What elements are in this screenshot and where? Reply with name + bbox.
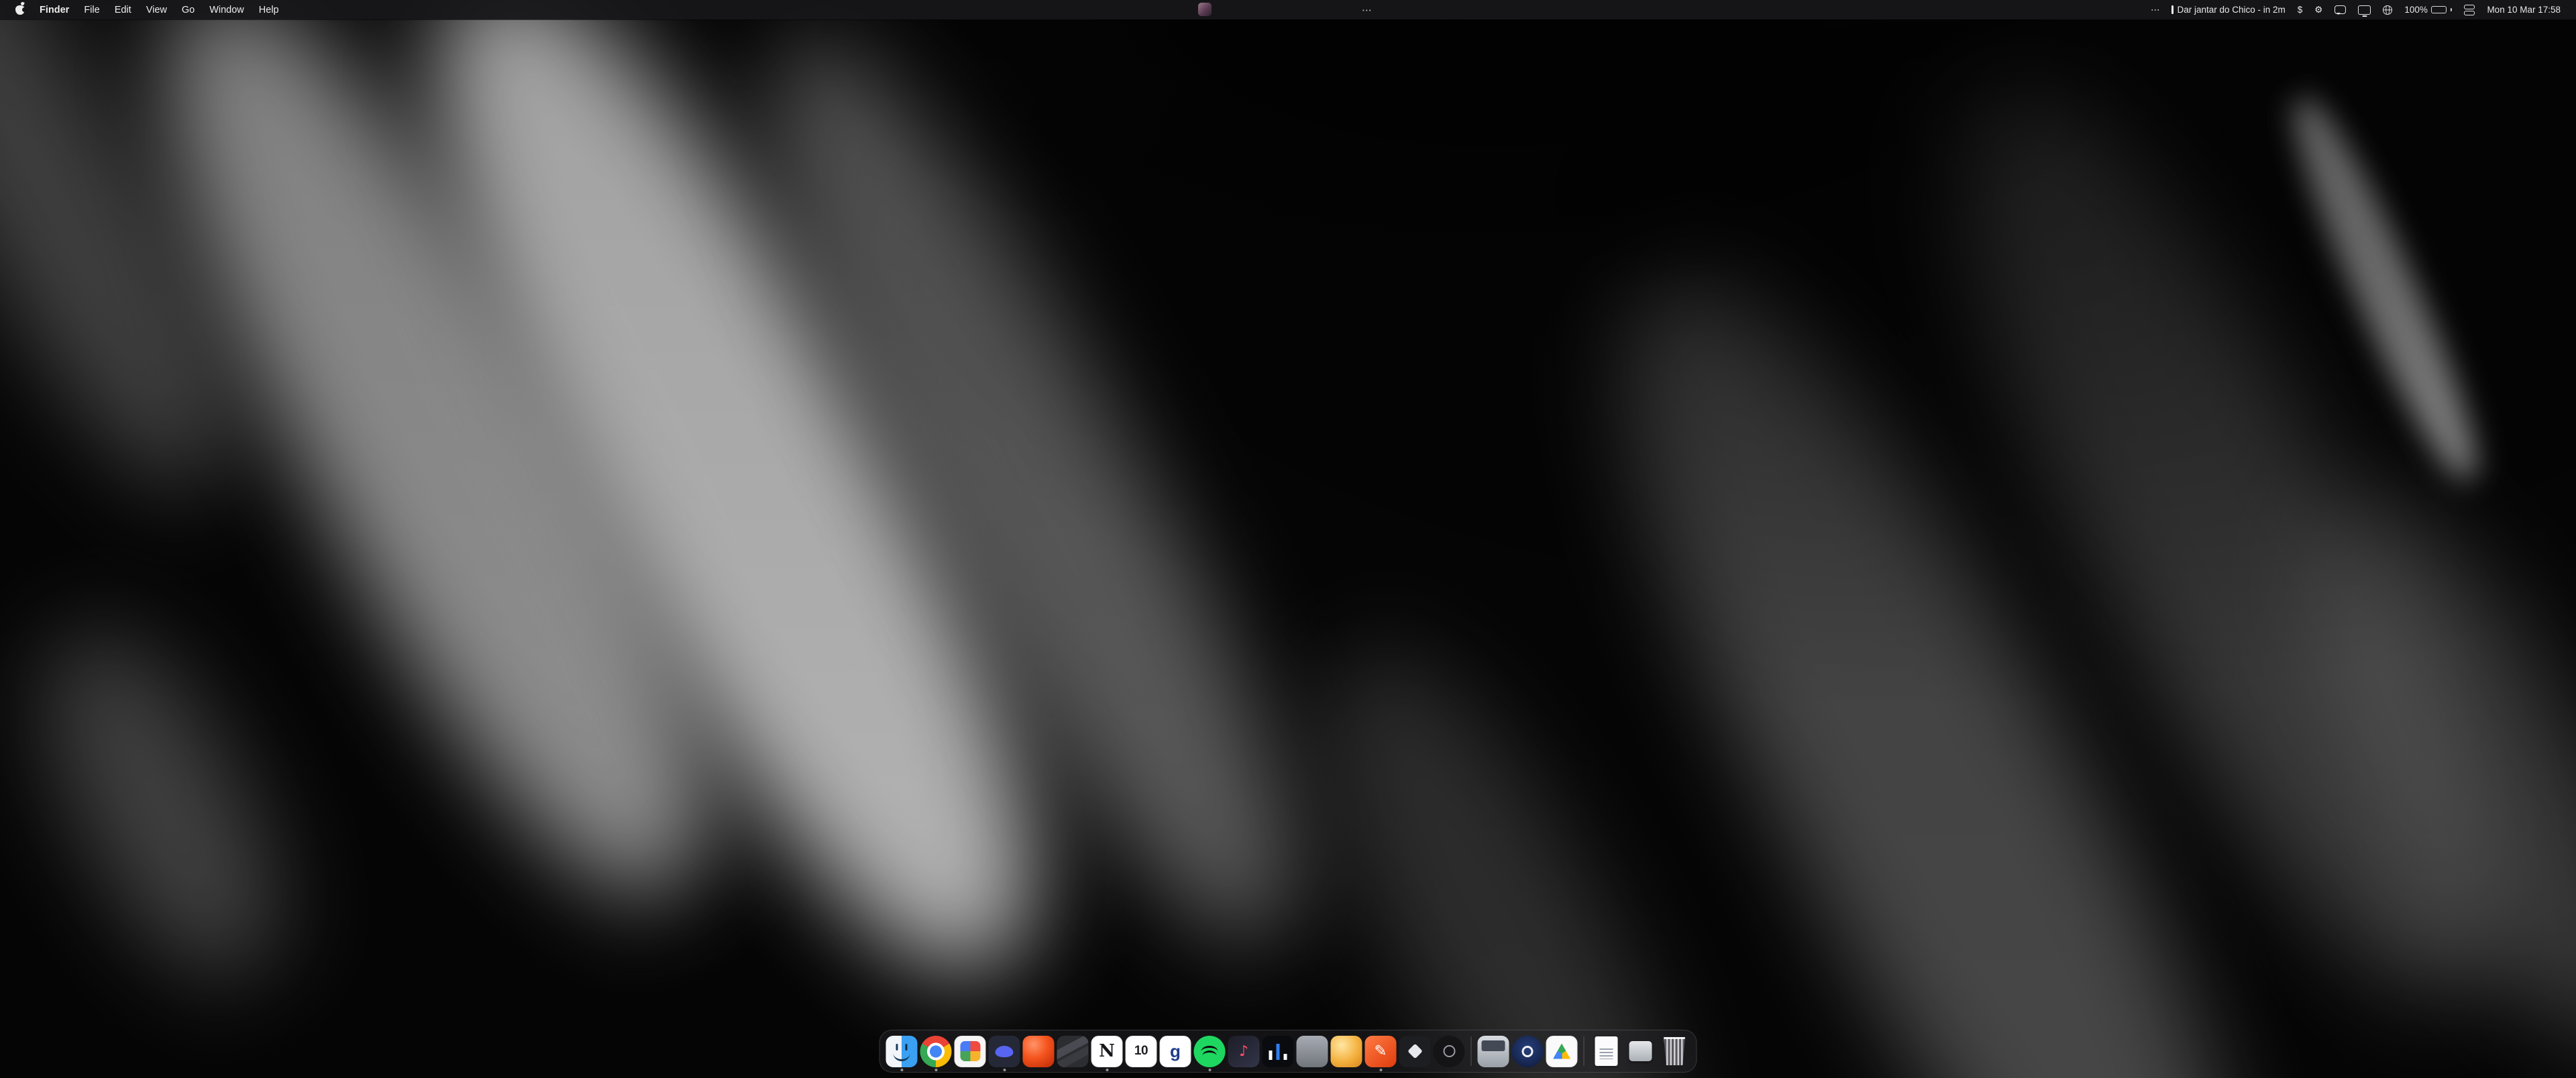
dock-dark-ring-app[interactable] bbox=[1434, 1036, 1465, 1067]
dock-red-app[interactable] bbox=[1023, 1036, 1055, 1067]
apple-menu[interactable] bbox=[8, 0, 32, 19]
colorful-tiles-icon bbox=[955, 1036, 986, 1067]
menu-bar: Finder File Edit View Go Window Help ⋯ ⋯… bbox=[0, 0, 2576, 19]
ring-icon bbox=[1434, 1036, 1465, 1067]
trash-icon bbox=[1659, 1036, 1690, 1067]
gray-app-icon bbox=[1297, 1036, 1328, 1067]
dock-trash[interactable] bbox=[1659, 1036, 1690, 1067]
dollar-icon: $ bbox=[2298, 5, 2303, 15]
dock-yellow-app[interactable] bbox=[1331, 1036, 1362, 1067]
mini-window-icon bbox=[1625, 1036, 1656, 1067]
goodnotes-icon: g bbox=[1160, 1036, 1191, 1067]
spotify-icon bbox=[1194, 1036, 1226, 1067]
status-calendar-event[interactable]: Dar jantar do Chico - in 2m bbox=[2165, 0, 2291, 19]
notion-glyph: N bbox=[1099, 1041, 1115, 1061]
status-battery[interactable]: 100% bbox=[2398, 0, 2458, 19]
dock-document-file[interactable] bbox=[1591, 1036, 1622, 1067]
status-control-center[interactable] bbox=[2458, 0, 2481, 19]
globe-icon bbox=[2383, 5, 2392, 15]
diamond-icon bbox=[1399, 1036, 1431, 1067]
menu-view[interactable]: View bbox=[139, 0, 174, 19]
calendar-date-icon: 10 bbox=[1126, 1036, 1157, 1067]
status-chat[interactable] bbox=[2328, 0, 2352, 19]
event-color-bar-icon bbox=[2171, 5, 2174, 14]
music-note-icon: ♪ bbox=[1228, 1036, 1260, 1067]
wallpaper-shade bbox=[0, 0, 2576, 1078]
dock: N 10 g ♪ ✎ bbox=[879, 1030, 1697, 1073]
dock-chart-app[interactable] bbox=[1263, 1036, 1294, 1067]
status-dollar[interactable]: $ bbox=[2292, 0, 2309, 19]
dock-music-app[interactable]: ♪ bbox=[1228, 1036, 1260, 1067]
dock-spotify[interactable] bbox=[1194, 1036, 1226, 1067]
menu-window[interactable]: Window bbox=[202, 0, 252, 19]
status-more-dots[interactable]: ⋯ bbox=[2145, 0, 2166, 19]
app-menu-finder[interactable]: Finder bbox=[32, 0, 76, 19]
chat-bubble-icon bbox=[2334, 5, 2346, 14]
dock-mini-window-file[interactable] bbox=[1625, 1036, 1656, 1067]
dock-screenshot-preview[interactable] bbox=[1478, 1036, 1509, 1067]
display-mirroring-icon bbox=[2358, 5, 2371, 15]
menu-bar-status: ⋯ Dar jantar do Chico - in 2m $ ⚙ 100% bbox=[2145, 0, 2576, 19]
google-drive-icon bbox=[1546, 1036, 1578, 1067]
gear-icon: ⚙ bbox=[2314, 5, 2322, 15]
dock-chrome[interactable] bbox=[920, 1036, 952, 1067]
pencil-icon: ✎ bbox=[1365, 1036, 1397, 1067]
pencil-glyph: ✎ bbox=[1374, 1042, 1387, 1060]
dock-notion[interactable]: N bbox=[1091, 1036, 1123, 1067]
discord-icon bbox=[989, 1036, 1020, 1067]
desktop: Finder File Edit View Go Window Help ⋯ ⋯… bbox=[0, 0, 2576, 1078]
dock-separator bbox=[1471, 1036, 1472, 1066]
menu-edit[interactable]: Edit bbox=[107, 0, 139, 19]
menu-help[interactable]: Help bbox=[252, 0, 286, 19]
dock-dark-layers-app[interactable] bbox=[1057, 1036, 1089, 1067]
goodnotes-glyph: g bbox=[1170, 1041, 1181, 1062]
red-app-icon bbox=[1023, 1036, 1055, 1067]
finder-icon bbox=[886, 1036, 918, 1067]
menubar-extra-icon[interactable] bbox=[1198, 3, 1212, 16]
notion-icon: N bbox=[1091, 1036, 1123, 1067]
menu-go[interactable]: Go bbox=[174, 0, 202, 19]
music-glyph: ♪ bbox=[1239, 1043, 1248, 1060]
dock-google-drive[interactable] bbox=[1546, 1036, 1578, 1067]
menubar-more-icon[interactable]: ⋯ bbox=[1362, 0, 1372, 19]
dock-discord[interactable] bbox=[989, 1036, 1020, 1067]
battery-nub-icon bbox=[2451, 8, 2453, 11]
dock-finder[interactable] bbox=[886, 1036, 918, 1067]
menu-bar-left: Finder File Edit View Go Window Help bbox=[0, 0, 286, 19]
event-text: Dar jantar do Chico - in 2m bbox=[2177, 5, 2285, 15]
battery-icon bbox=[2431, 6, 2447, 13]
dock-goodnotes[interactable]: g bbox=[1160, 1036, 1191, 1067]
keyhole-ring-icon bbox=[1512, 1036, 1544, 1067]
dock-dark-diamond-app[interactable] bbox=[1399, 1036, 1431, 1067]
wallpaper bbox=[0, 0, 2576, 1078]
dock-calendar-app[interactable]: 10 bbox=[1126, 1036, 1157, 1067]
screenshot-thumbnail-icon bbox=[1478, 1036, 1509, 1067]
dock-separator bbox=[1584, 1036, 1585, 1066]
chart-icon bbox=[1263, 1036, 1294, 1067]
status-globe[interactable] bbox=[2377, 0, 2398, 19]
dock-blue-ring-app[interactable] bbox=[1512, 1036, 1544, 1067]
status-gear[interactable]: ⚙ bbox=[2308, 0, 2328, 19]
yellow-app-icon bbox=[1331, 1036, 1362, 1067]
dock-gray-app[interactable] bbox=[1297, 1036, 1328, 1067]
menu-file[interactable]: File bbox=[76, 0, 107, 19]
status-display[interactable] bbox=[2352, 0, 2377, 19]
document-icon bbox=[1591, 1036, 1622, 1067]
dock-pencil-app[interactable]: ✎ bbox=[1365, 1036, 1397, 1067]
control-center-icon bbox=[2464, 5, 2475, 15]
chrome-icon bbox=[920, 1036, 952, 1067]
layers-icon bbox=[1057, 1036, 1089, 1067]
apple-icon bbox=[15, 5, 25, 15]
dock-colorful-tiles-app[interactable] bbox=[955, 1036, 986, 1067]
battery-percent: 100% bbox=[2404, 5, 2428, 15]
status-clock[interactable]: Mon 10 Mar 17:58 bbox=[2481, 0, 2567, 19]
calendar-date-glyph: 10 bbox=[1134, 1044, 1148, 1059]
